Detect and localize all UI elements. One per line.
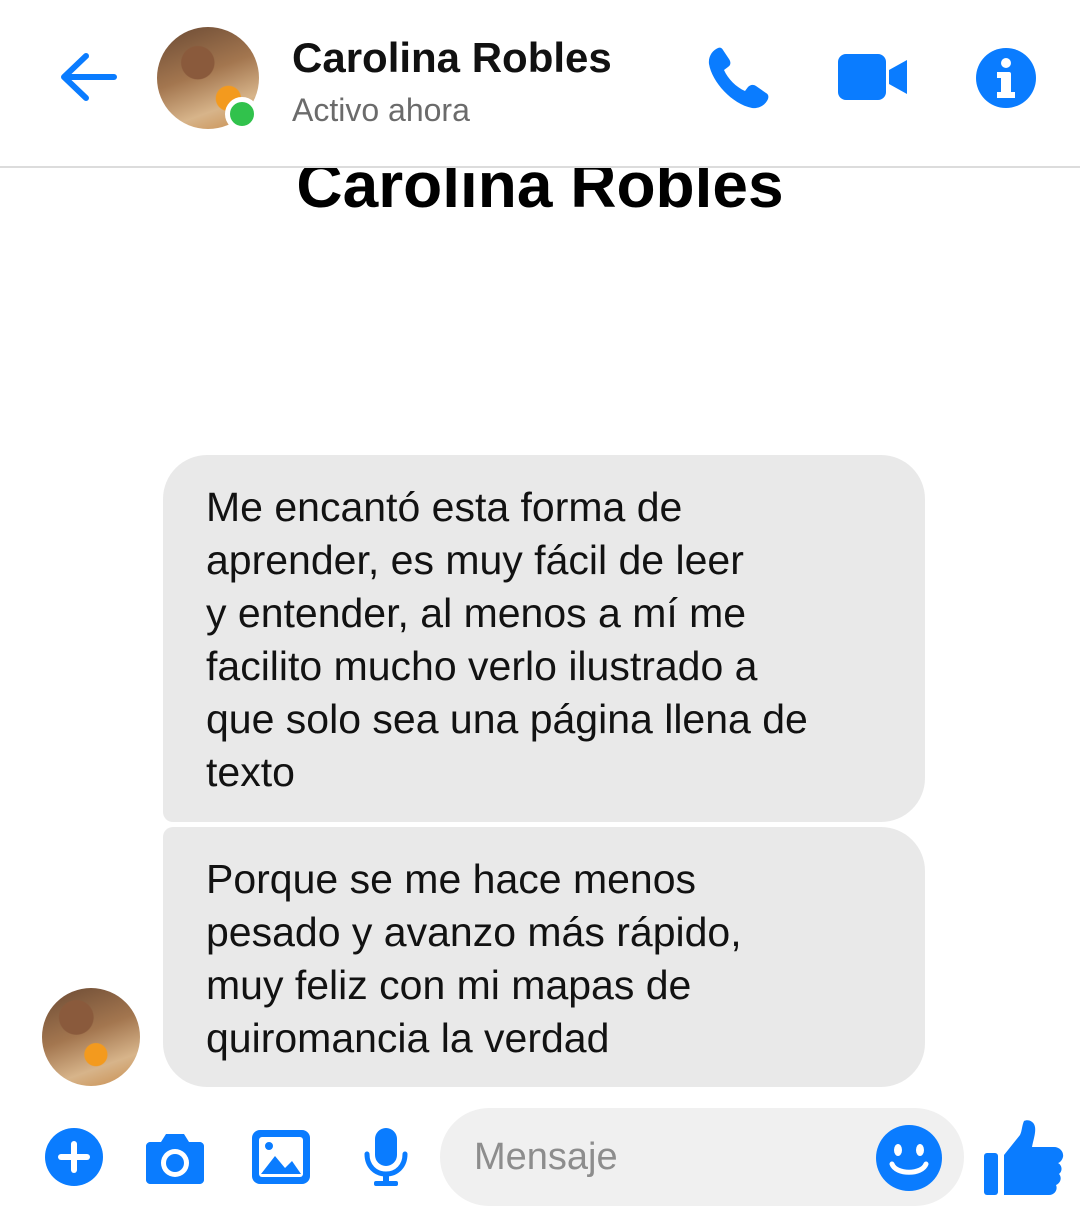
contact-status: Activo ahora <box>292 92 470 128</box>
back-button[interactable] <box>52 42 122 112</box>
video-camera-icon <box>838 54 907 100</box>
info-icon <box>976 48 1036 108</box>
message-input-placeholder: Mensaje <box>474 1136 618 1178</box>
message-bubble[interactable]: Porque se me hace menos pesado y avanzo … <box>163 827 925 1087</box>
message-line: Me encantó esta forma de <box>206 484 683 530</box>
plus-icon <box>45 1128 103 1186</box>
message-composer: Mensaje <box>0 1100 1080 1215</box>
message-line: y entender, al menos a mí me <box>206 590 747 636</box>
message-line: aprender, es muy fácil de leer <box>206 537 744 583</box>
message-line: quiromancia la verdad <box>206 1015 610 1061</box>
online-indicator <box>225 97 259 131</box>
sender-avatar[interactable] <box>42 988 140 1086</box>
more-actions-button[interactable] <box>43 1126 105 1188</box>
message-line: Porque se me hace menos <box>206 856 696 902</box>
image-icon <box>252 1130 310 1184</box>
message-line: texto <box>206 749 295 795</box>
message-line: muy feliz con mi mapas de <box>206 962 692 1008</box>
contact-avatar[interactable] <box>157 27 259 131</box>
message-line: pesado y avanzo más rápido, <box>206 909 742 955</box>
message-line: que solo sea una página llena de <box>206 696 808 742</box>
message-bubble[interactable]: Me encantó esta forma de aprender, es mu… <box>163 455 925 822</box>
phone-icon <box>708 47 769 109</box>
emoji-icon <box>876 1125 942 1191</box>
contact-name[interactable]: Carolina Robles <box>292 34 612 82</box>
message-input[interactable]: Mensaje <box>440 1108 964 1206</box>
camera-button[interactable] <box>144 1126 206 1188</box>
camera-icon <box>146 1134 204 1184</box>
messenger-chat-screen: Carolina Robles Carolina Robles Activo a… <box>0 0 1080 1215</box>
voice-call-button[interactable] <box>700 40 776 116</box>
gallery-button[interactable] <box>250 1126 312 1188</box>
thumbs-up-icon <box>984 1120 1064 1195</box>
info-button[interactable] <box>968 40 1044 116</box>
video-call-button[interactable] <box>835 40 911 116</box>
emoji-button[interactable] <box>874 1123 944 1193</box>
microphone-icon <box>364 1128 408 1186</box>
chat-header: Carolina Robles Activo ahora <box>0 0 1080 168</box>
like-button[interactable] <box>980 1115 1066 1201</box>
message-line: facilito mucho verlo ilustrado a <box>206 643 758 689</box>
voice-message-button[interactable] <box>355 1126 417 1188</box>
back-arrow-icon <box>61 53 117 101</box>
